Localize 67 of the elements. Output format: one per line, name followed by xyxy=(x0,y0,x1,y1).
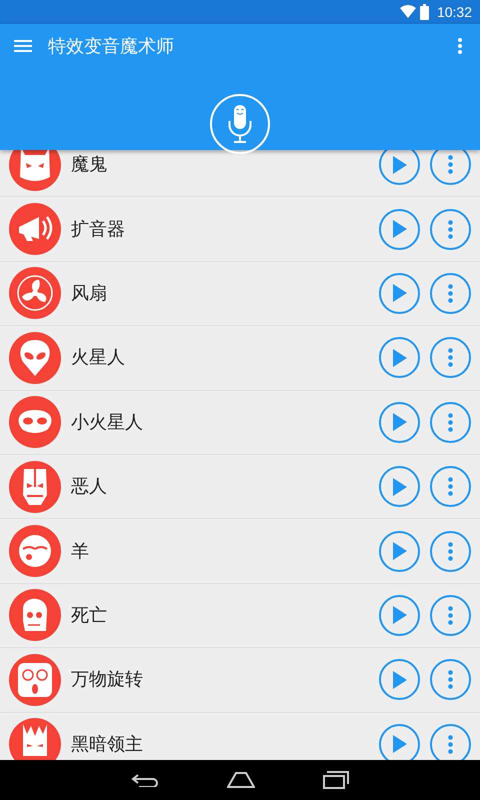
megaphone-icon xyxy=(9,203,61,256)
play-button[interactable] xyxy=(379,466,420,508)
alien-head-icon xyxy=(9,332,61,384)
play-icon xyxy=(392,670,406,689)
more-icon xyxy=(458,38,462,54)
more-options-button[interactable] xyxy=(430,150,471,186)
play-icon xyxy=(392,220,406,238)
record-button[interactable] xyxy=(210,94,270,154)
effect-name: 死亡 xyxy=(71,604,107,628)
play-icon xyxy=(392,735,406,754)
more-options-button[interactable] xyxy=(430,530,471,572)
battery-icon xyxy=(420,4,429,20)
skull-icon xyxy=(9,589,61,642)
wifi-icon xyxy=(400,5,416,19)
play-icon xyxy=(392,478,406,496)
back-icon[interactable] xyxy=(131,773,159,787)
effect-name: 小火星人 xyxy=(71,410,143,435)
devil-icon xyxy=(9,150,61,191)
play-icon xyxy=(392,542,406,560)
skull-mask-icon xyxy=(9,460,61,513)
more-options-button[interactable] xyxy=(430,208,471,250)
more-icon xyxy=(448,477,453,496)
microphone-icon xyxy=(228,105,252,143)
more-icon xyxy=(448,284,453,303)
more-icon xyxy=(448,606,453,625)
fan-icon xyxy=(9,267,61,320)
more-icon xyxy=(448,348,453,368)
play-button[interactable] xyxy=(379,150,420,186)
more-icon xyxy=(448,670,453,690)
more-icon xyxy=(448,542,453,561)
more-options-button[interactable] xyxy=(430,337,471,378)
more-options-button[interactable] xyxy=(430,272,471,314)
more-options-button[interactable] xyxy=(430,466,471,508)
effect-name: 恶人 xyxy=(71,475,107,500)
effect-name: 火星人 xyxy=(71,346,125,370)
alien-face-icon xyxy=(9,396,61,448)
more-options-button[interactable] xyxy=(430,594,471,636)
effect-name: 风扇 xyxy=(71,282,107,306)
more-icon xyxy=(448,155,453,174)
effect-name: 羊 xyxy=(71,540,89,564)
effect-name: 黑暗领主 xyxy=(71,732,143,757)
play-button[interactable] xyxy=(379,337,420,378)
more-icon xyxy=(448,734,453,754)
play-icon xyxy=(392,413,406,432)
play-icon xyxy=(392,606,406,624)
effect-name: 扩音器 xyxy=(71,218,125,242)
play-button[interactable] xyxy=(379,530,420,572)
play-button[interactable] xyxy=(379,594,420,636)
play-button[interactable] xyxy=(379,402,420,443)
play-button[interactable] xyxy=(379,659,420,700)
app-title: 特效变音魔术师 xyxy=(48,34,174,58)
play-button[interactable] xyxy=(379,272,420,314)
clock-time: 10:32 xyxy=(436,2,472,22)
more-icon xyxy=(448,412,453,432)
effect-name: 万物旋转 xyxy=(71,668,143,692)
home-icon[interactable] xyxy=(227,772,255,788)
play-icon xyxy=(392,348,406,367)
menu-icon xyxy=(14,40,32,52)
more-icon xyxy=(448,220,453,239)
more-options-button[interactable] xyxy=(430,402,471,443)
effect-name: 魔鬼 xyxy=(71,153,107,178)
dizzy-face-icon xyxy=(9,654,61,706)
play-button[interactable] xyxy=(379,208,420,250)
more-options-button[interactable] xyxy=(430,659,471,700)
play-icon xyxy=(392,156,406,174)
play-icon xyxy=(392,284,406,302)
recents-icon[interactable] xyxy=(323,771,349,789)
